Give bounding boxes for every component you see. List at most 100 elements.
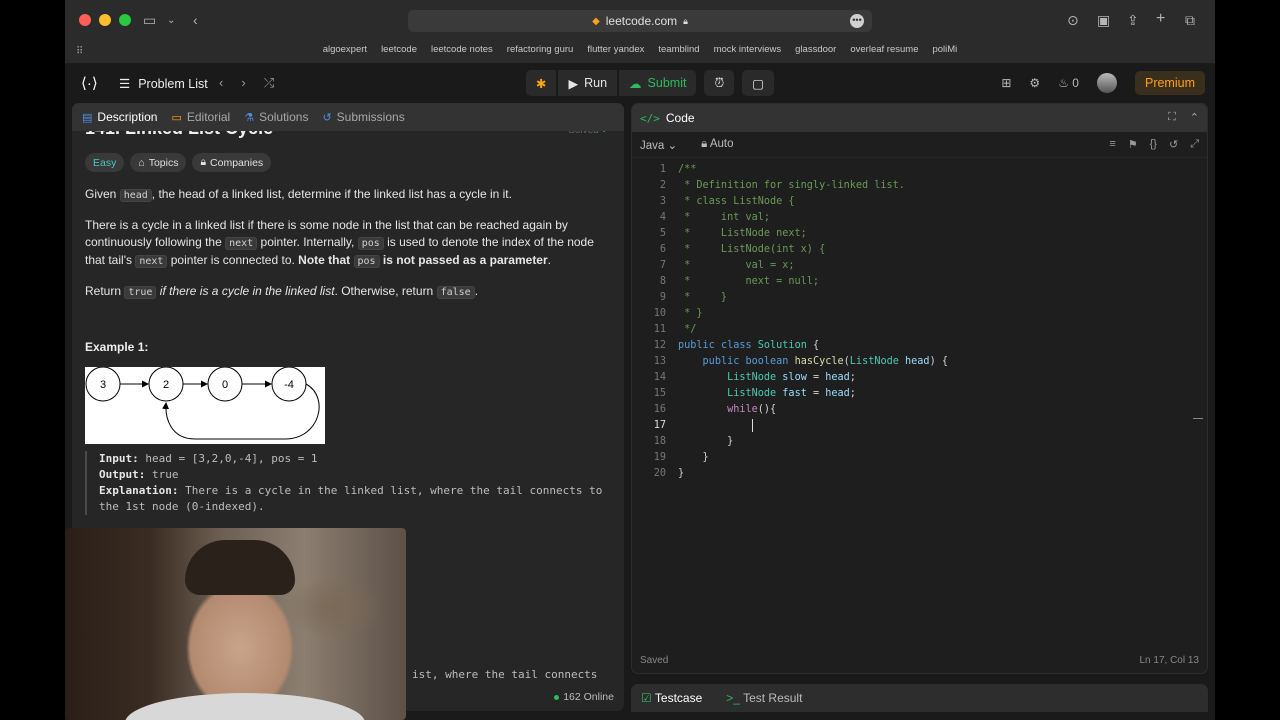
format-icon[interactable]: ≡ <box>1109 138 1115 151</box>
tab-editorial[interactable]: ▭ Editorial <box>171 110 230 124</box>
bookmark-link[interactable]: teamblind <box>658 44 699 55</box>
bookmark-icon[interactable]: ⚑ <box>1128 138 1138 151</box>
site-favicon-icon: ◆ <box>592 15 600 27</box>
node-label: 2 <box>163 379 169 391</box>
code-line[interactable]: 17 <box>632 418 1207 434</box>
code-line[interactable]: 19 } <box>632 450 1207 466</box>
code-text: /** <box>678 164 697 175</box>
code-line[interactable]: 6 * ListNode(int x) { <box>632 242 1207 258</box>
code-text: while(){ <box>727 404 777 415</box>
cursor-position: Ln 17, Col 13 <box>1139 655 1200 666</box>
code-line[interactable]: 12 public class Solution { <box>632 338 1207 354</box>
code-text: public boolean hasCycle(ListNode head) { <box>702 356 948 367</box>
code-text: * } <box>678 308 703 319</box>
run-button[interactable]: ▶ Run <box>558 70 618 96</box>
braces-icon[interactable]: {} <box>1150 138 1157 151</box>
address-bar[interactable]: ◆ leetcode.com 🔒︎ ••• <box>408 10 872 32</box>
download-icon[interactable]: ⊙ <box>1067 12 1079 29</box>
more-icon[interactable]: ••• <box>850 14 864 28</box>
problem-list-button[interactable]: ☰ Problem List <box>119 76 208 92</box>
premium-button[interactable]: Premium <box>1134 71 1205 95</box>
bookmark-link[interactable]: leetcode <box>381 44 417 55</box>
line-number: 10 <box>653 308 666 319</box>
line-number: 9 <box>659 292 666 303</box>
code-line[interactable]: 8 * next = null; <box>632 274 1207 290</box>
code-line[interactable]: 5 * ListNode next; <box>632 226 1207 242</box>
prev-problem-icon[interactable]: ‹ <box>219 75 223 91</box>
chevron-down-icon[interactable]: ⌄ <box>167 15 175 26</box>
code-line[interactable]: 7 * val = x; <box>632 258 1207 274</box>
editor-scrollbar[interactable] <box>1193 418 1203 419</box>
submit-label: Submit <box>647 76 687 90</box>
tab-test-result[interactable]: >_ Test Result <box>726 691 802 705</box>
bookmark-link[interactable]: leetcode notes <box>431 44 493 55</box>
desc-paragraph-1: Given head, the head of a linked list, d… <box>85 187 512 202</box>
topics-tag[interactable]: ⌂ Topics <box>130 153 187 172</box>
testcase-label: Testcase <box>654 691 703 705</box>
auto-mode-toggle[interactable]: 🔒︎ Auto <box>701 138 733 151</box>
play-icon: ▶ <box>568 76 579 91</box>
tab-solutions[interactable]: ⚗ Solutions <box>244 110 308 124</box>
close-window-button[interactable] <box>79 14 91 26</box>
bookmark-link[interactable]: mock interviews <box>714 44 782 55</box>
history-icon: ↺ <box>322 111 332 124</box>
line-number: 2 <box>659 180 666 191</box>
line-number: 13 <box>653 356 666 367</box>
extension-icon[interactable]: ▣ <box>1097 12 1110 29</box>
settings-gear-icon[interactable]: ⚙ <box>1029 76 1040 90</box>
back-icon[interactable]: ‹ <box>193 12 198 28</box>
example-block: Input: head = [3,2,0,-4], pos = 1 Output… <box>85 451 615 515</box>
collapse-icon[interactable]: ⌃ <box>1190 111 1199 124</box>
line-number: 19 <box>653 452 666 463</box>
code-line[interactable]: 4 * int val; <box>632 210 1207 226</box>
bookmark-link[interactable]: glassdoor <box>795 44 836 55</box>
node-label: 0 <box>222 379 228 391</box>
debug-button[interactable]: ✱ <box>526 70 557 96</box>
reset-icon[interactable]: ↺ <box>1169 138 1178 151</box>
coins-counter[interactable]: ♨ 0 <box>1058 76 1079 90</box>
code-line[interactable]: 1 /** <box>632 162 1207 178</box>
code-line[interactable]: 9 * } <box>632 290 1207 306</box>
code-line[interactable]: 2 * Definition for singly-linked list. <box>632 178 1207 194</box>
next-problem-icon[interactable]: › <box>241 75 245 91</box>
code-line[interactable]: 11 */ <box>632 322 1207 338</box>
language-select[interactable]: Java ⌄ <box>640 138 677 152</box>
bookmark-link[interactable]: overleaf resume <box>850 44 918 55</box>
line-number: 6 <box>659 244 666 255</box>
bookmark-link[interactable]: algoexpert <box>323 44 367 55</box>
share-icon[interactable]: ⇪ <box>1127 12 1139 29</box>
sidebar-toggle-icon[interactable]: ▭ <box>143 12 156 29</box>
minimize-window-button[interactable] <box>99 14 111 26</box>
tab-description[interactable]: ▤ Description <box>82 110 157 124</box>
shuffle-icon[interactable]: ⤮ <box>264 75 274 91</box>
maximize-icon[interactable]: ⛶ <box>1168 111 1176 124</box>
code-line[interactable]: 14 ListNode slow = head; <box>632 370 1207 386</box>
maximize-window-button[interactable] <box>119 14 131 26</box>
avatar[interactable] <box>1096 73 1117 93</box>
leetcode-logo-icon[interactable]: ⟨·⟩ <box>81 74 99 92</box>
code-line[interactable]: 18 } <box>632 434 1207 450</box>
bookmark-link[interactable]: flutter yandex <box>587 44 644 55</box>
layout-icon[interactable]: ⊞ <box>1001 76 1011 90</box>
code-editor[interactable]: 1 /** 2 * Definition for singly-linked lis… <box>632 162 1207 602</box>
timer-button[interactable]: ⏰︎ <box>704 70 735 96</box>
browser-chrome: ▭ ⌄ ‹ ◆ leetcode.com 🔒︎ ••• ⊙ ▣ ⇪ + ⧉ ⠿ … <box>65 0 1215 64</box>
new-tab-icon[interactable]: + <box>1156 10 1165 28</box>
notes-button[interactable]: ▢ <box>742 70 775 96</box>
code-icon: </> <box>640 111 660 125</box>
code-line[interactable]: 13 public boolean hasCycle(ListNode head… <box>632 354 1207 370</box>
bookmark-link[interactable]: poliMi <box>932 44 957 55</box>
submit-button[interactable]: ☁ Submit <box>619 70 697 96</box>
tab-testcase[interactable]: ☑ Testcase <box>641 691 702 705</box>
tab-overview-icon[interactable]: ⧉ <box>1185 12 1195 29</box>
code-line[interactable]: 10 * } <box>632 306 1207 322</box>
code-line[interactable]: 20} <box>632 466 1207 482</box>
code-line[interactable]: 15 ListNode fast = head; <box>632 386 1207 402</box>
companies-tag[interactable]: 🔒︎ Companies <box>192 153 272 172</box>
fullscreen-icon[interactable]: ⤢ <box>1190 138 1199 151</box>
bookmark-link[interactable]: refactoring guru <box>507 44 574 55</box>
tab-submissions[interactable]: ↺ Submissions <box>322 110 404 124</box>
problem-description: Given head, the head of a linked list, d… <box>85 186 605 314</box>
code-line[interactable]: 16 while(){ <box>632 402 1207 418</box>
code-line[interactable]: 3 * class ListNode { <box>632 194 1207 210</box>
